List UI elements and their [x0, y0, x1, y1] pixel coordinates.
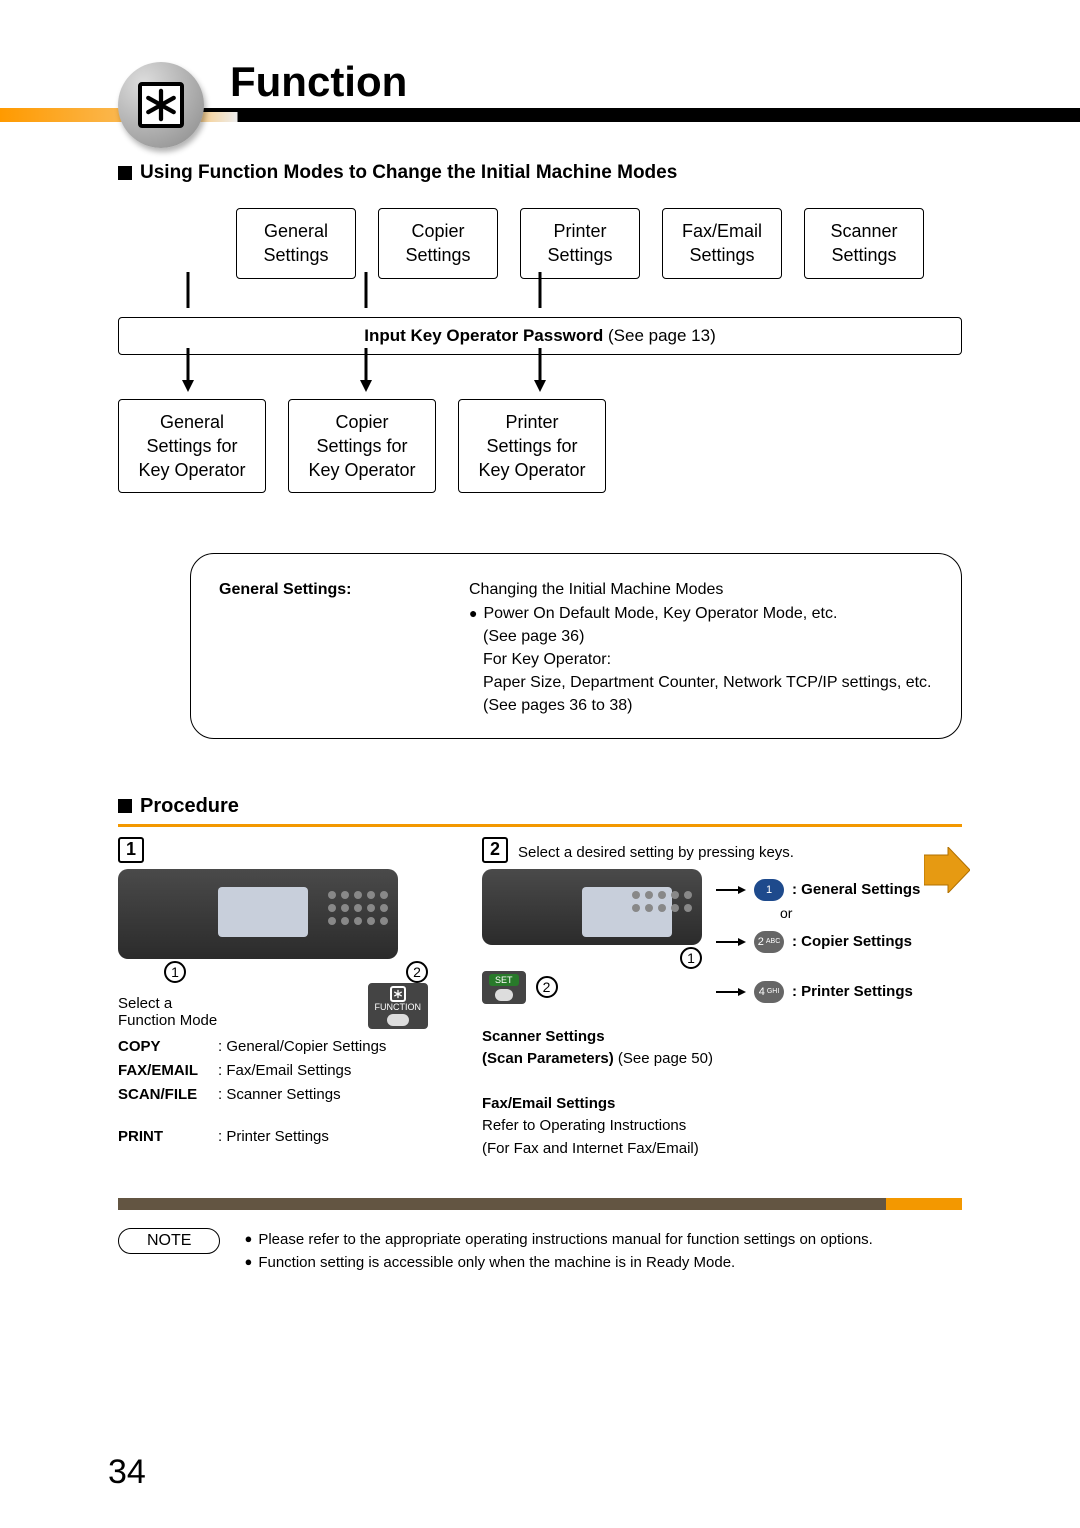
note-list: ●Please refer to the appropriate operati…	[244, 1228, 962, 1275]
box-printer-settings: PrinterSettings	[520, 208, 640, 279]
step-number-2: 2	[482, 837, 508, 863]
box-copier-settings: CopierSettings	[378, 208, 498, 279]
select-mode-label: Select aFunction Mode	[118, 995, 217, 1029]
section-heading-text: Using Function Modes to Change the Initi…	[140, 162, 677, 184]
page-header: Function	[0, 0, 1080, 122]
set-key-icon: SET	[482, 971, 526, 1004]
square-bullet-icon	[118, 166, 132, 180]
key-general-settings: 1 : General Settings	[716, 879, 962, 901]
or-label: or	[780, 905, 962, 921]
bullet-icon: ●	[469, 602, 477, 625]
function-mode-list: COPY: General/Copier Settings FAX/EMAIL:…	[118, 1035, 428, 1149]
numkey-1-icon: 1	[754, 879, 784, 901]
control-panel-image	[482, 869, 702, 945]
callout-1-icon: 1	[680, 947, 702, 969]
numkey-4-icon: 4GHI	[754, 981, 784, 1003]
box-general-keyop: GeneralSettings forKey Operator	[118, 399, 266, 494]
scanner-settings-note: Scanner Settings (Scan Parameters) (See …	[482, 1026, 962, 1071]
page-number: 34	[108, 1453, 146, 1492]
procedure-step-1: 1 1 2 Select aFunction Mode FUNCTION COP…	[118, 837, 428, 1161]
bullet-icon: ●	[244, 1228, 252, 1251]
bullet-icon: ●	[244, 1251, 252, 1274]
square-bullet-icon	[118, 799, 132, 813]
procedure-step-2: 2 Select a desired setting by pressing k…	[482, 837, 962, 1161]
password-bar: Input Key Operator Password (See page 13…	[118, 317, 962, 355]
function-key-icon: FUNCTION	[368, 983, 429, 1029]
callout-2-icon: 2	[536, 976, 558, 998]
settings-row-keyop: GeneralSettings forKey Operator CopierSe…	[118, 399, 962, 494]
box-scanner-settings: ScannerSettings	[804, 208, 924, 279]
page-title: Function	[230, 58, 407, 106]
procedure-body: 1 1 2 Select aFunction Mode FUNCTION COP…	[118, 837, 962, 1161]
step2-intro: Select a desired setting by pressing key…	[518, 844, 794, 861]
fax-email-settings-note: Fax/Email Settings Refer to Operating In…	[482, 1093, 962, 1161]
box-fax-email-settings: Fax/EmailSettings	[662, 208, 782, 279]
numkey-2-icon: 2ABC	[754, 931, 784, 953]
section-heading: Using Function Modes to Change the Initi…	[118, 162, 1080, 184]
step-number-1: 1	[118, 837, 144, 863]
note-label: NOTE	[118, 1228, 220, 1254]
flow-diagram: GeneralSettings CopierSettings PrinterSe…	[118, 208, 962, 493]
control-panel-image	[118, 869, 398, 959]
general-settings-detail: General Settings: Changing the Initial M…	[190, 553, 962, 738]
detail-text: Changing the Initial Machine Modes ●Powe…	[469, 578, 933, 717]
box-printer-keyop: PrinterSettings forKey Operator	[458, 399, 606, 494]
procedure-heading: Procedure	[118, 795, 962, 827]
callout-2-icon: 2	[406, 961, 428, 983]
box-general-settings: GeneralSettings	[236, 208, 356, 279]
box-copier-keyop: CopierSettings forKey Operator	[288, 399, 436, 494]
callout-1-icon: 1	[164, 961, 186, 983]
key-copier-settings: 2ABC : Copier Settings	[716, 931, 962, 953]
note-block: NOTE ●Please refer to the appropriate op…	[118, 1228, 962, 1275]
detail-label: General Settings:	[219, 578, 419, 717]
settings-row-top: GeneralSettings CopierSettings PrinterSe…	[236, 208, 844, 279]
section-divider	[118, 1198, 962, 1210]
key-printer-settings: 4GHI : Printer Settings	[716, 981, 962, 1003]
asterisk-icon	[118, 62, 204, 148]
